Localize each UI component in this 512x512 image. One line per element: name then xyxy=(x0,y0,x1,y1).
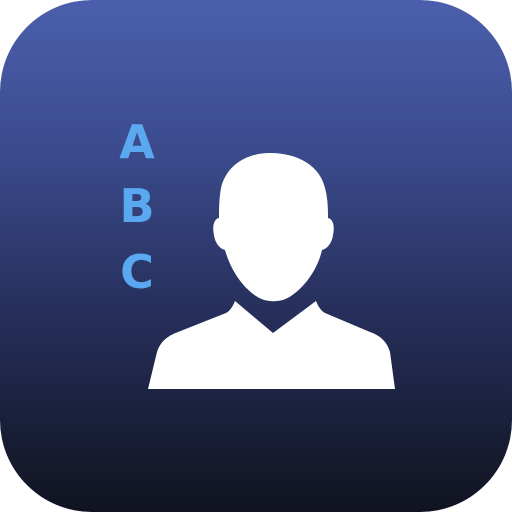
person-head xyxy=(213,153,334,302)
app-icon[interactable]: A B C xyxy=(0,0,512,512)
person-body xyxy=(148,301,395,389)
person-silhouette-icon xyxy=(148,153,395,389)
